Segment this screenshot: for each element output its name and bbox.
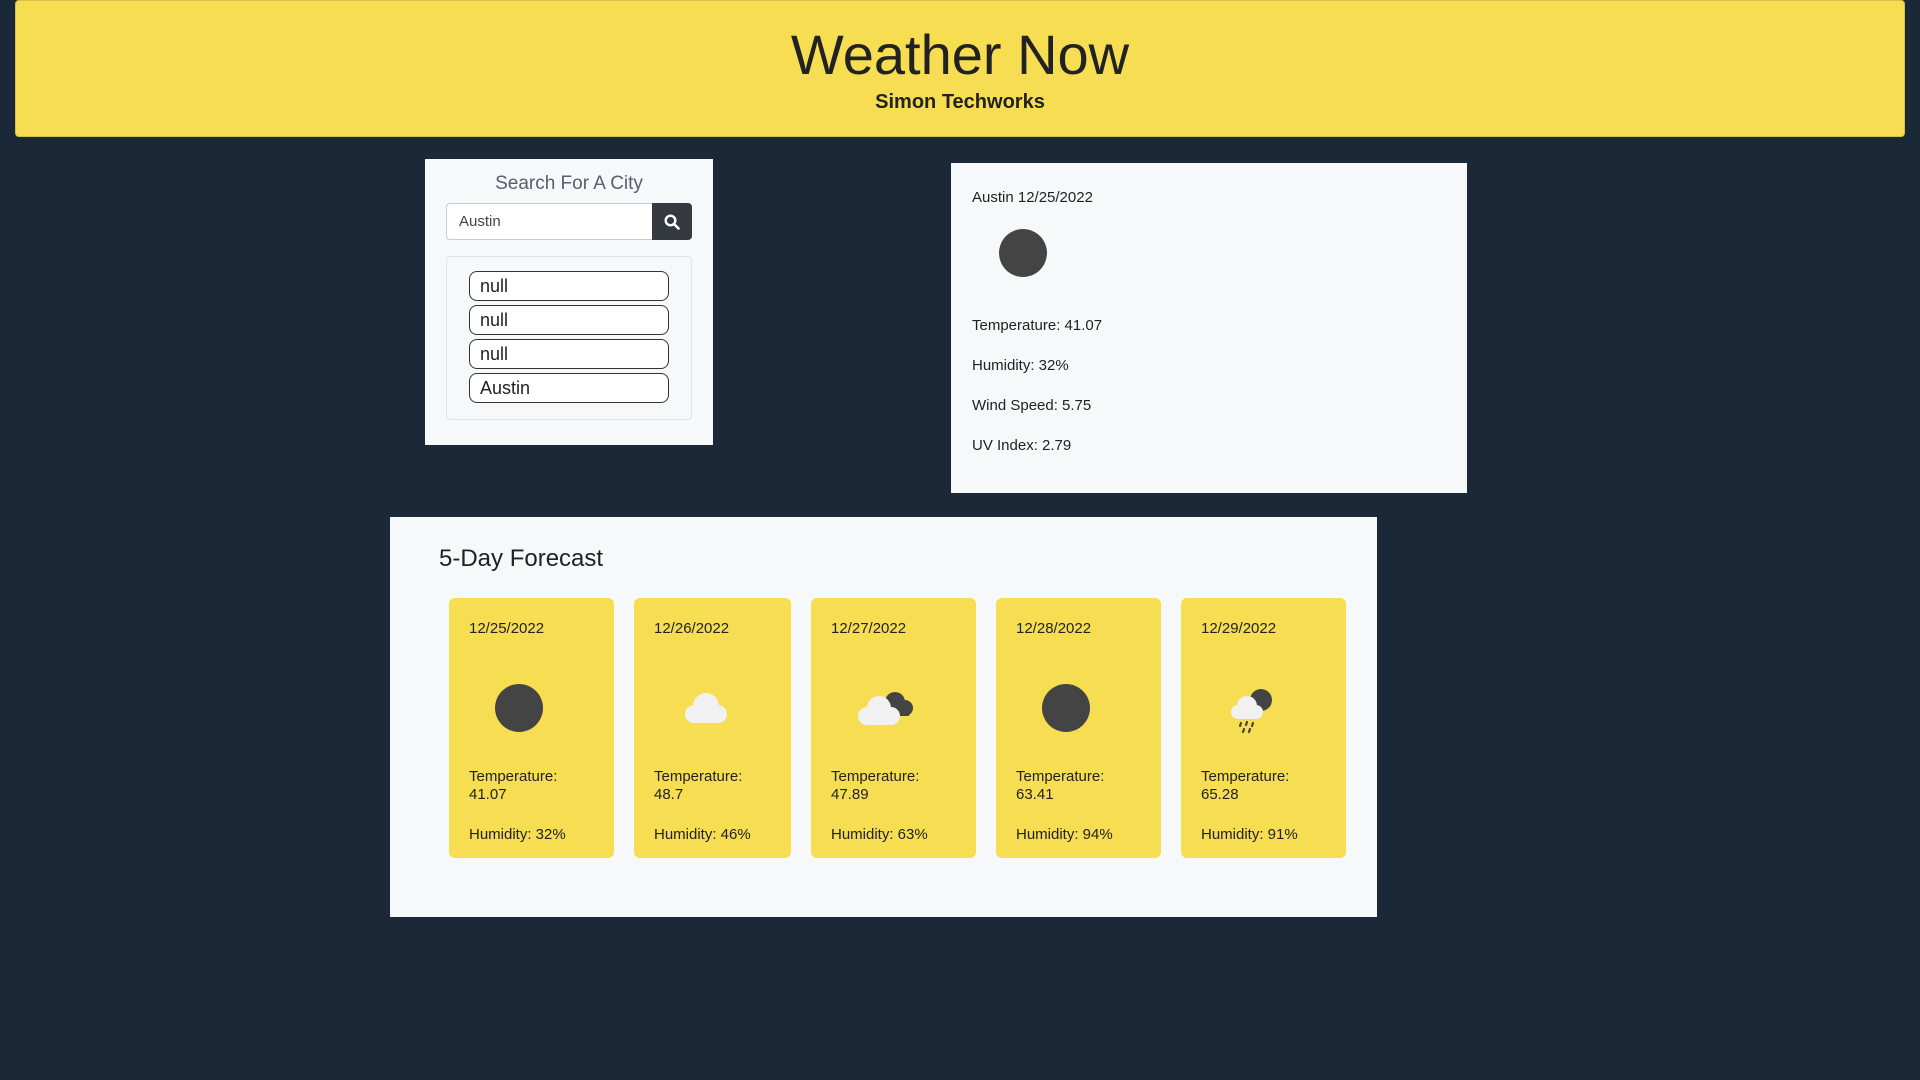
sun-icon (495, 684, 543, 732)
forecast-panel: 5-Day Forecast 12/25/2022 Temperature: 4… (390, 517, 1377, 917)
search-panel: Search For A City null null null Austin (425, 159, 713, 445)
forecast-humidity: Humidity: 94% (1016, 826, 1113, 843)
forecast-temperature: Temperature: 41.07 (469, 768, 558, 803)
current-weather-panel: Austin 12/25/2022 Temperature: 41.07 Hum… (951, 163, 1467, 493)
current-wind-speed: Wind Speed: 5.75 (972, 397, 1092, 414)
history-item[interactable]: null (469, 305, 669, 335)
forecast-card: 12/29/2022 Temperature: 65.28 Humidity: … (1181, 598, 1346, 858)
forecast-date: 12/29/2022 (1201, 620, 1277, 637)
current-humidity: Humidity: 32% (972, 357, 1069, 374)
sun-icon (999, 229, 1047, 277)
forecast-humidity: Humidity: 91% (1201, 826, 1298, 843)
current-temperature: Temperature: 41.07 (972, 317, 1103, 334)
forecast-card: 12/26/2022 Temperature: 48.7 Humidity: 4… (634, 598, 791, 858)
current-uv-index: UV Index: 2.79 (972, 437, 1072, 454)
search-row (446, 203, 692, 240)
forecast-humidity: Humidity: 63% (831, 826, 928, 843)
sun-icon (1042, 684, 1090, 732)
forecast-title: 5-Day Forecast (439, 545, 604, 572)
forecast-date: 12/26/2022 (654, 620, 730, 637)
forecast-date: 12/25/2022 (469, 620, 545, 637)
app-subtitle: Simon Techworks (875, 91, 1045, 113)
forecast-humidity: Humidity: 32% (469, 826, 566, 843)
current-city-date: Austin 12/25/2022 (972, 189, 1093, 206)
search-icon (664, 213, 680, 230)
search-history: null null null Austin (446, 256, 692, 420)
search-button[interactable] (652, 203, 692, 240)
city-search-input[interactable] (446, 203, 652, 240)
forecast-date: 12/27/2022 (831, 620, 907, 637)
history-item[interactable]: null (469, 339, 669, 369)
cloud-icon (685, 693, 727, 723)
forecast-temperature: Temperature: 48.7 (654, 768, 743, 803)
forecast-card: 12/25/2022 Temperature: 41.07 Humidity: … (449, 598, 614, 858)
app-title: Weather Now (790, 23, 1130, 86)
rain-icon (1231, 689, 1272, 734)
search-heading: Search For A City (495, 173, 643, 194)
forecast-temperature: Temperature: 63.41 (1016, 768, 1105, 803)
app-header: Weather Now Simon Techworks (15, 0, 1905, 137)
forecast-date: 12/28/2022 (1016, 620, 1092, 637)
history-item[interactable]: null (469, 271, 669, 301)
forecast-temperature: Temperature: 65.28 (1201, 768, 1290, 803)
forecast-card: 12/27/2022 Temperature: 47.89 Humidity: … (811, 598, 976, 858)
broken-clouds-icon (858, 692, 913, 725)
forecast-humidity: Humidity: 46% (654, 826, 751, 843)
forecast-temperature: Temperature: 47.89 (831, 768, 920, 803)
history-item[interactable]: Austin (469, 373, 669, 403)
forecast-card: 12/28/2022 Temperature: 63.41 Humidity: … (996, 598, 1161, 858)
